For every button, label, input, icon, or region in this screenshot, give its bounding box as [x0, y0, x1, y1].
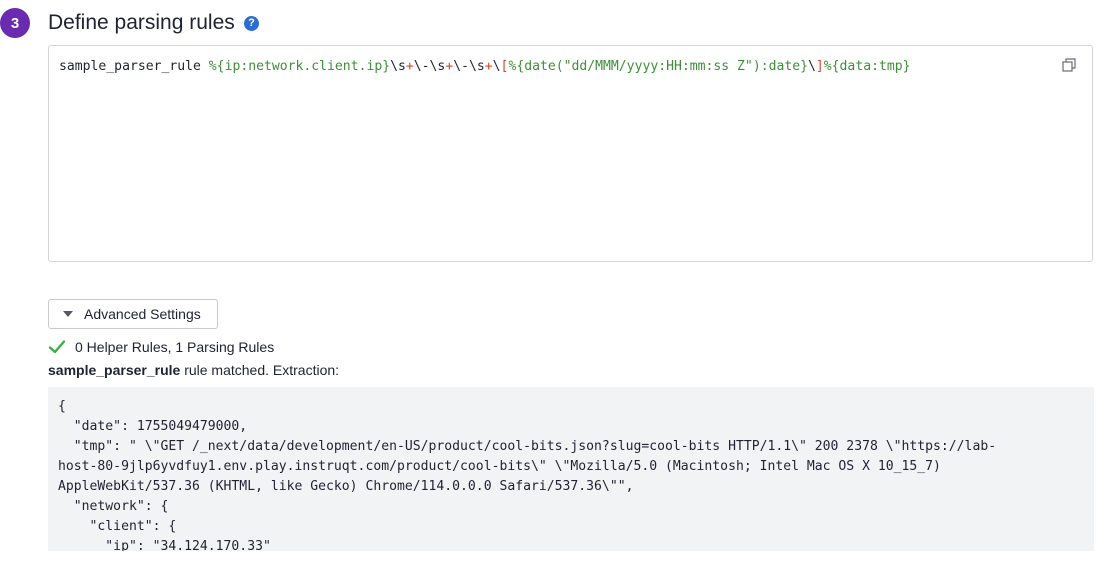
extraction-output: { "date": 1755049479000, "tmp": " \"GET …: [48, 387, 1094, 551]
parsing-rules-editor[interactable]: sample_parser_rule %{ip:network.client.i…: [48, 45, 1093, 262]
page-title: Define parsing rules: [48, 11, 235, 34]
rule-token: ]: [815, 59, 824, 74]
output-line: host-80-9jlp6yvdfuy1.env.play.instruqt.c…: [58, 459, 941, 474]
match-summary: sample_parser_rule rule matched. Extract…: [48, 362, 339, 378]
rules-status-text: 0 Helper Rules, 1 Parsing Rules: [75, 339, 275, 355]
rule-token: \-\s: [453, 59, 485, 74]
help-icon[interactable]: ?: [244, 16, 259, 31]
step-badge: 3: [0, 8, 30, 38]
matched-rule-name: sample_parser_rule: [48, 362, 181, 378]
copy-icon[interactable]: [1062, 58, 1076, 72]
output-line: "ip": "34.124.170.33": [58, 539, 271, 551]
rule-token: \-\s: [413, 59, 446, 74]
rule-token: \s: [390, 59, 406, 74]
output-line: "date": 1755049479000,: [58, 419, 248, 434]
output-line: AppleWebKit/537.36 (KHTML, like Gecko) C…: [58, 479, 634, 494]
rule-name: sample_parser_rule: [59, 59, 201, 74]
rule-token: [201, 59, 209, 74]
rule-token: %{data:tmp}: [823, 59, 911, 74]
match-suffix: rule matched. Extraction:: [180, 362, 340, 378]
output-line: "tmp": " \"GET /_next/data/development/e…: [58, 439, 997, 454]
parsing-rule-line[interactable]: sample_parser_rule %{ip:network.client.i…: [59, 58, 911, 76]
caret-down-icon: [63, 311, 73, 317]
rule-token: +: [484, 59, 493, 74]
output-line: "network": {: [58, 499, 169, 514]
rule-token: +: [405, 59, 414, 74]
advanced-settings-label: Advanced Settings: [84, 306, 201, 322]
rule-token: %{date("dd/MMM/yyyy:HH:mm:ss Z"):date}: [508, 59, 808, 74]
output-line: {: [58, 399, 66, 414]
check-icon: [48, 340, 66, 354]
rule-token: \: [808, 59, 816, 74]
output-line: "client": {: [58, 519, 177, 534]
advanced-settings-button[interactable]: Advanced Settings: [48, 299, 218, 329]
rules-status: 0 Helper Rules, 1 Parsing Rules: [48, 337, 274, 357]
extraction-json: { "date": 1755049479000, "tmp": " \"GET …: [48, 387, 1094, 551]
rule-token: \: [492, 59, 501, 74]
rule-token: %{ip:network.client.ip}: [208, 59, 391, 74]
